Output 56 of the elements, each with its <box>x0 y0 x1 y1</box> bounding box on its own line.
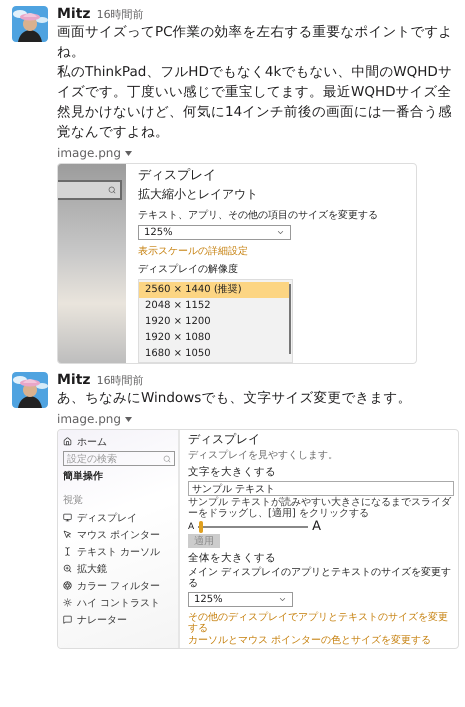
monitor-icon <box>63 513 72 522</box>
nav-item[interactable]: 拡大鏡 <box>63 560 175 577</box>
author-name[interactable]: Mitz <box>57 6 91 22</box>
chevron-icon <box>278 595 287 604</box>
home-icon <box>63 437 72 446</box>
file-name[interactable]: image.png <box>57 146 122 160</box>
author-name[interactable]: Mitz <box>57 372 91 388</box>
search-icon <box>163 454 171 462</box>
small-a-label: A <box>188 522 194 532</box>
search-field[interactable] <box>58 180 122 200</box>
section-title: 全体を大きくする <box>188 551 277 565</box>
caret-icon[interactable] <box>125 416 132 422</box>
nav-item[interactable]: カラー フィルター <box>63 577 175 594</box>
message-text: 私のThinkPad、フルHDでもなく4kでもない、中間のWQHDサイズです。丁度いい感じで重宝してます。最近WQHDサイズ全然見かけないけど、何気に14インチ前後の画面には一番合う感覚なんですよね。 <box>57 63 454 142</box>
scrollbar[interactable] <box>289 284 291 354</box>
nav-item[interactable]: ハイ コントラスト <box>63 594 175 611</box>
mouse-pointer-icon <box>63 530 72 539</box>
instructions-text: サンプル テキストが読みやすい大きさになるまでスライダーをドラッグし、[適用] をクリックする <box>188 497 452 519</box>
field-label: メイン ディスプレイのアプリとテキストのサイズを変更する <box>188 567 452 589</box>
nav-item[interactable]: ナレーター <box>63 611 175 628</box>
resolution-option[interactable]: 1680 × 1050 <box>139 346 289 362</box>
text-cursor-icon <box>63 547 72 556</box>
section-title: 文字を大きくする <box>188 465 277 479</box>
sun-icon <box>63 598 72 607</box>
speech-bubble-icon <box>63 615 72 624</box>
resolution-option[interactable]: 2560 × 1440 (推奨) <box>139 282 289 298</box>
magnifier-icon <box>63 564 72 573</box>
message-text: 画面サイズってPC作業の効率を左右する重要なポイントですよね。 <box>57 23 454 62</box>
search-icon <box>108 186 116 194</box>
large-a-label: A <box>312 519 322 534</box>
field-label: テキスト、アプリ、その他の項目のサイズを変更する <box>138 208 379 222</box>
nav-item[interactable]: マウス ポインター <box>63 526 175 543</box>
caret-icon[interactable] <box>125 150 132 156</box>
category-title: 簡単操作 <box>63 470 104 483</box>
scale-dropdown[interactable]: 125% <box>138 225 291 240</box>
home-link[interactable]: ホーム <box>63 433 175 450</box>
resolution-option[interactable]: 1920 × 1200 <box>139 314 289 330</box>
page-title: ディスプレイ <box>188 431 261 448</box>
chevron-icon <box>276 228 285 237</box>
page-subtitle: ディスプレイを見やすくします。 <box>188 448 339 462</box>
scale-dropdown[interactable]: 125% <box>188 592 293 607</box>
nav-item[interactable]: ディスプレイ <box>63 509 175 526</box>
group-label: 視覚 <box>63 494 84 507</box>
aperture-icon <box>63 581 72 590</box>
field-label: ディスプレイの解像度 <box>138 262 239 276</box>
page-title: ディスプレイ <box>138 167 217 184</box>
timestamp[interactable]: 16時間前 <box>96 7 144 22</box>
timestamp[interactable]: 16時間前 <box>96 373 144 388</box>
slider-thumb[interactable] <box>199 520 204 532</box>
resolution-option[interactable]: 1920 × 1080 <box>139 330 289 346</box>
section-title: 拡大縮小とレイアウト <box>138 186 259 203</box>
nav-item[interactable]: テキスト カーソル <box>63 543 175 560</box>
file-name[interactable]: image.png <box>57 412 122 426</box>
message-text: あ、ちなみにWindowsでも、文字サイズ変更できます。 <box>57 389 412 408</box>
resolution-option[interactable]: 2048 × 1152 <box>139 298 289 314</box>
sample-text-field[interactable]: サンプル テキスト <box>188 481 454 496</box>
